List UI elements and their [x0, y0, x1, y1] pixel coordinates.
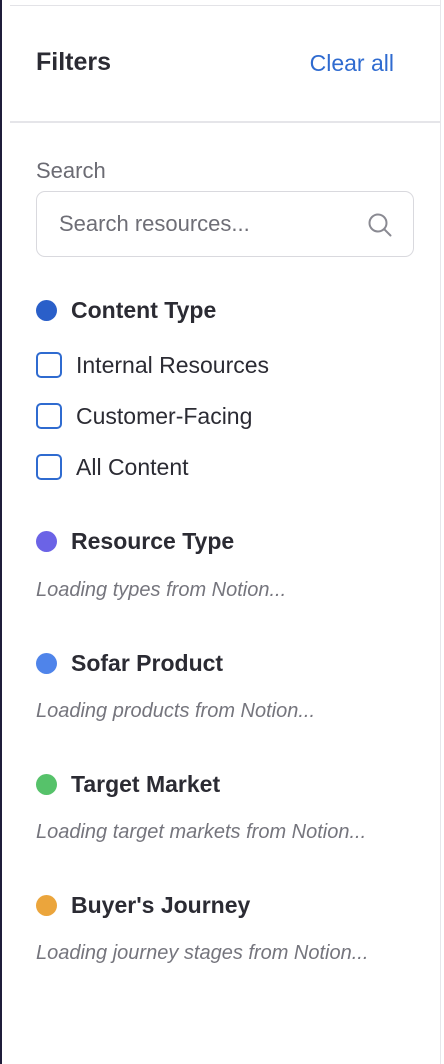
search-icon — [368, 213, 392, 237]
section-resource-type: Resource Type — [36, 526, 234, 556]
filters-panel: Filters Clear all Search Content Type In… — [0, 0, 441, 1064]
checkbox[interactable] — [36, 352, 62, 378]
sofar-product-dot — [36, 652, 57, 674]
section-target-market: Target Market — [36, 769, 220, 799]
option-all-content[interactable]: All Content — [36, 452, 189, 482]
loading-text: Loading types from Notion... — [36, 579, 287, 601]
filters-header: Filters Clear all — [2, 0, 440, 122]
target-market-dot — [36, 773, 57, 795]
content-type-dot — [36, 299, 57, 321]
checkbox[interactable] — [36, 454, 62, 480]
loading-text: Loading journey stages from Notion... — [36, 942, 369, 964]
section-title: Sofar Product — [71, 649, 224, 676]
search-label: Search — [36, 158, 106, 183]
section-title: Resource Type — [71, 527, 235, 554]
section-title: Buyer's Journey — [71, 891, 251, 918]
header-divider — [10, 121, 440, 123]
section-title: Content Type — [71, 296, 217, 323]
option-label: Internal Resources — [76, 351, 270, 378]
search-box — [36, 191, 414, 257]
option-label: All Content — [76, 453, 189, 480]
checkbox[interactable] — [36, 403, 62, 429]
loading-text: Loading products from Notion... — [36, 700, 316, 722]
section-sofar-product: Sofar Product — [36, 648, 223, 678]
buyers-journey-dot — [36, 894, 57, 916]
option-customer-facing[interactable]: Customer-Facing — [36, 401, 252, 431]
resource-type-dot — [36, 530, 57, 552]
loading-text: Loading target markets from Notion... — [36, 821, 367, 843]
option-label: Customer-Facing — [76, 402, 253, 429]
section-content-type: Content Type — [36, 295, 216, 325]
clear-all-button[interactable]: Clear all — [310, 50, 394, 77]
section-buyers-journey: Buyer's Journey — [36, 890, 250, 920]
search-input[interactable] — [59, 192, 359, 256]
section-title: Target Market — [71, 770, 221, 797]
filters-title: Filters — [36, 48, 112, 76]
option-internal-resources[interactable]: Internal Resources — [36, 350, 269, 380]
